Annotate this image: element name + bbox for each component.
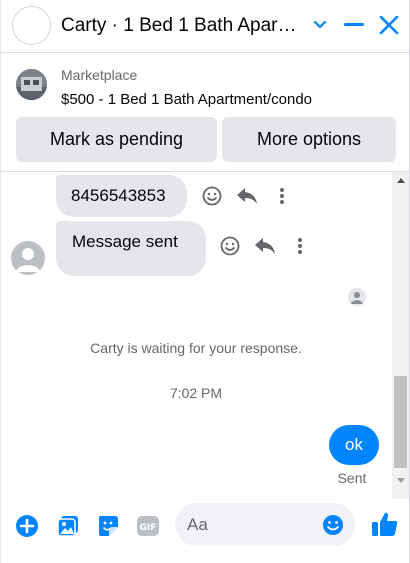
minimize-icon[interactable] [341, 12, 367, 38]
svg-text:GIF: GIF [140, 523, 157, 533]
thumbs-up-icon[interactable] [371, 510, 399, 538]
gif-icon[interactable]: GIF [135, 513, 161, 539]
sticker-icon[interactable] [95, 513, 121, 539]
scroll-down-arrow-icon[interactable] [392, 472, 409, 489]
header-divider [1, 52, 410, 53]
message-scrollbar[interactable] [392, 172, 409, 499]
reply-icon[interactable] [252, 233, 278, 259]
message-input[interactable] [187, 513, 317, 537]
emoji-icon[interactable] [320, 512, 346, 538]
plus-icon[interactable] [14, 513, 40, 539]
more-icon[interactable] [287, 233, 313, 259]
scroll-up-arrow-icon[interactable] [392, 172, 409, 189]
message-timestamp: 7:02 PM [169, 385, 223, 401]
more-options-button[interactable]: More options [222, 117, 396, 162]
message-input-container [175, 503, 355, 546]
my-message-bubble[interactable]: ok [329, 425, 379, 465]
contact-avatar[interactable] [11, 241, 45, 275]
message-bubble[interactable]: Message sent [56, 221, 206, 276]
more-icon[interactable] [269, 183, 295, 209]
close-icon[interactable] [376, 12, 402, 38]
mark-as-pending-button[interactable]: Mark as pending [16, 117, 217, 162]
read-receipt-avatar [348, 288, 366, 306]
message-composer: GIF [1, 499, 410, 563]
message-list: 8456543853 Message sent Carty is waiting… [1, 172, 410, 499]
sent-status: Sent [337, 470, 367, 486]
chevron-down-icon[interactable] [307, 12, 333, 38]
gallery-icon[interactable] [55, 513, 81, 539]
listing-thumbnail[interactable] [16, 69, 47, 100]
react-icon[interactable] [217, 233, 243, 259]
chat-header: Carty · 1 Bed 1 Bath Apartment/condo [1, 0, 410, 52]
message-bubble[interactable]: 8456543853 [56, 175, 187, 217]
react-icon[interactable] [199, 183, 225, 209]
reply-icon[interactable] [234, 183, 260, 209]
chat-window: Carty · 1 Bed 1 Bath Apartment/condo Mar… [0, 0, 410, 563]
listing-title[interactable]: $500 - 1 Bed 1 Bath Apartment/condo [61, 91, 312, 108]
marketplace-label: Marketplace [61, 67, 138, 83]
message-actions [217, 233, 322, 259]
message-actions [199, 183, 304, 209]
chat-title[interactable]: Carty · 1 Bed 1 Bath Apartment/condo [61, 15, 297, 37]
contact-avatar[interactable] [12, 6, 51, 45]
waiting-notice: Carty is waiting for your response. [90, 340, 302, 356]
scrollbar-thumb[interactable] [394, 376, 407, 468]
